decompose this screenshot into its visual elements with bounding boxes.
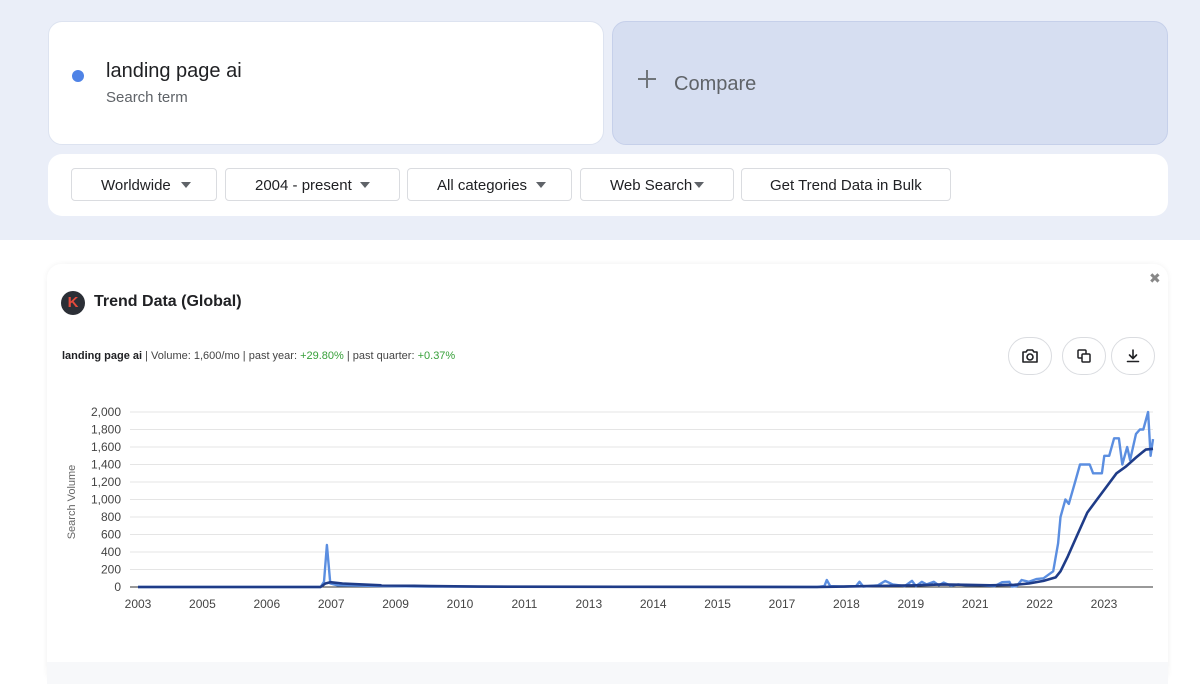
bulk-data-button[interactable]: Get Trend Data in Bulk: [741, 168, 951, 201]
compare-label: Compare: [674, 73, 757, 95]
plus-icon: [638, 70, 656, 88]
x-tick-label: 2014: [640, 597, 667, 611]
x-tick-label: 2003: [125, 597, 152, 611]
x-tick-label: 2011: [511, 597, 537, 611]
term-color-dot: [72, 70, 84, 82]
y-tick-label: 600: [101, 528, 121, 542]
x-tick-label: 2023: [1091, 597, 1118, 611]
y-tick-label: 1,800: [91, 423, 121, 437]
y-tick-label: 1,000: [91, 493, 121, 507]
compare-button[interactable]: Compare: [612, 21, 1168, 145]
chevron-down-icon: [536, 182, 546, 188]
time-range-label: 2004 - present: [255, 177, 352, 194]
search-type-label: Web Search: [610, 177, 693, 194]
x-tick-label: 2013: [575, 597, 602, 611]
bulk-data-label: Get Trend Data in Bulk: [770, 177, 922, 194]
time-range-dropdown[interactable]: 2004 - present: [225, 168, 400, 201]
y-tick-label: 800: [101, 510, 121, 524]
x-tick-label: 2005: [189, 597, 216, 611]
x-tick-label: 2018: [833, 597, 860, 611]
search-term-card[interactable]: landing page ai Search term: [48, 21, 604, 145]
x-tick-label: 2009: [382, 597, 409, 611]
y-tick-label: 1,400: [91, 458, 121, 472]
search-term-title: landing page ai: [106, 60, 242, 82]
x-tick-label: 2021: [962, 597, 989, 611]
chevron-down-icon: [181, 182, 191, 188]
x-tick-label: 2017: [769, 597, 796, 611]
y-tick-label: 0: [114, 580, 121, 594]
y-tick-label: 400: [101, 545, 121, 559]
x-tick-label: 2015: [704, 597, 731, 611]
region-dropdown[interactable]: Worldwide: [71, 168, 217, 201]
category-dropdown[interactable]: All categories: [407, 168, 572, 201]
y-tick-label: 200: [101, 563, 121, 577]
x-tick-label: 2007: [318, 597, 345, 611]
filter-bar: Worldwide 2004 - present All categories …: [48, 154, 1168, 216]
category-label: All categories: [437, 177, 528, 194]
y-tick-label: 1,200: [91, 475, 121, 489]
trend-data-panel: ✖ K Trend Data (Global) landing page ai …: [47, 264, 1168, 684]
region-label: Worldwide: [101, 177, 171, 194]
chevron-down-icon: [360, 182, 370, 188]
chevron-down-icon: [694, 182, 704, 188]
x-tick-label: 2006: [253, 597, 280, 611]
search-term-type: Search term: [106, 89, 188, 106]
y-tick-label: 1,600: [91, 440, 121, 454]
search-type-dropdown[interactable]: Web Search: [580, 168, 734, 201]
trend-chart: 0 200 400 600 800 1,000 1,200 1,400 1,600 1,800 2,…: [66, 405, 1155, 611]
x-tick-label: 2019: [897, 597, 924, 611]
y-tick-label: 2,000: [91, 405, 121, 419]
series-line-2: [138, 447, 1154, 589]
x-tick-label: 2022: [1026, 597, 1053, 611]
y-axis-label: Search Volume: [66, 465, 78, 540]
x-tick-label: 2010: [447, 597, 474, 611]
